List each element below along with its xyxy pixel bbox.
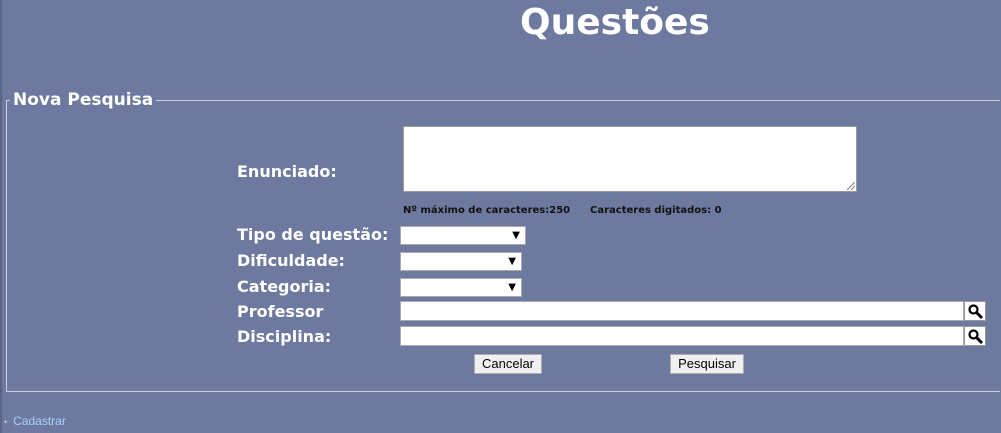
magnifier-icon <box>968 329 984 344</box>
enunciado-textarea[interactable] <box>403 126 857 192</box>
categoria-select[interactable]: ▼ <box>400 278 522 297</box>
tipo-label: Tipo de questão: <box>237 225 389 244</box>
cadastrar-link[interactable]: • Cadastrar <box>4 414 66 428</box>
cancel-button[interactable]: Cancelar <box>474 354 542 374</box>
dificuldade-select[interactable]: ▼ <box>400 252 522 271</box>
triangle-down-icon: ▼ <box>508 256 516 267</box>
page-title: Questões <box>520 2 710 43</box>
categoria-label: Categoria: <box>237 277 332 296</box>
resize-handle-icon[interactable] <box>847 182 855 190</box>
disciplina-label: Disciplina: <box>237 327 332 346</box>
professor-input[interactable] <box>400 301 964 321</box>
typed-chars-counter: Caracteres digitados: 0 <box>590 205 722 216</box>
tipo-select[interactable]: ▼ <box>400 226 526 245</box>
disciplina-input[interactable] <box>400 326 964 346</box>
magnifier-icon <box>968 304 984 319</box>
bullet-icon: • <box>4 417 8 427</box>
disciplina-lookup-button[interactable] <box>964 326 986 346</box>
fieldset-legend: Nova Pesquisa <box>10 90 157 110</box>
max-chars-note: Nº máximo de caracteres:250 <box>403 205 571 216</box>
professor-lookup-button[interactable] <box>964 301 986 321</box>
left-edge <box>0 0 2 433</box>
triangle-down-icon: ▼ <box>508 282 516 293</box>
professor-label: Professor <box>237 302 324 321</box>
dificuldade-label: Dificuldade: <box>237 251 345 270</box>
cadastrar-label: Cadastrar <box>13 414 66 428</box>
enunciado-label: Enunciado: <box>237 162 337 181</box>
search-button[interactable]: Pesquisar <box>670 354 744 374</box>
triangle-down-icon: ▼ <box>512 230 520 241</box>
